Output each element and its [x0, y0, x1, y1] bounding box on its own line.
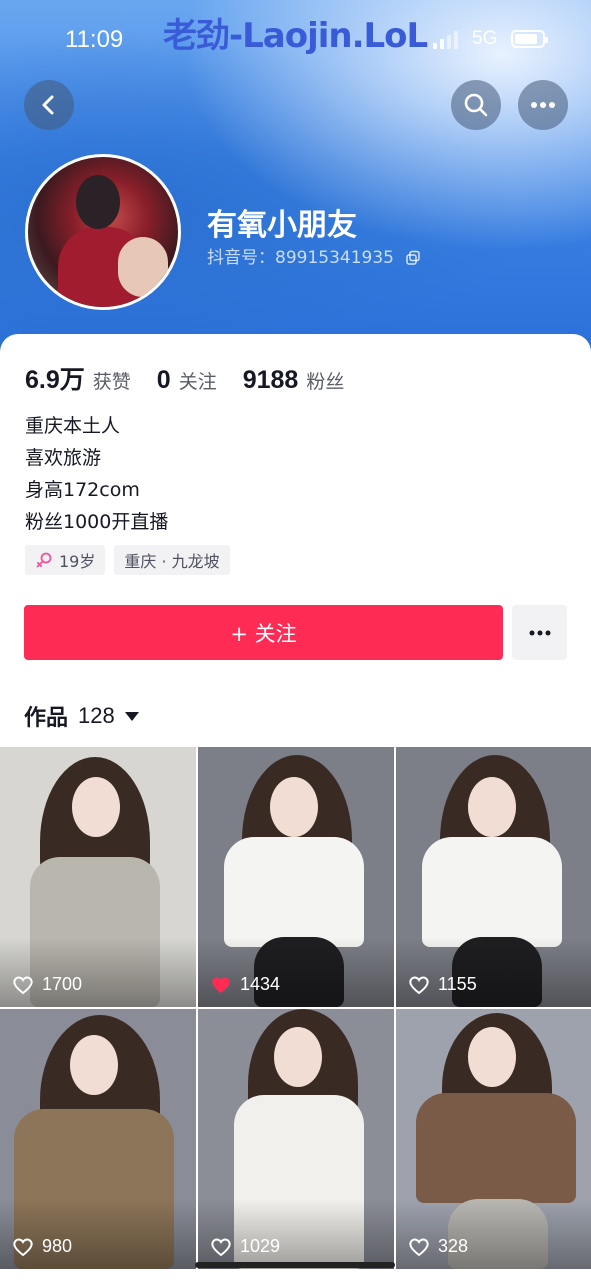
video-tile[interactable]: 328 — [396, 1009, 591, 1269]
stat-likes-value: 6.9万 — [25, 366, 85, 394]
female-icon — [36, 552, 52, 568]
location-tag-text: 重庆 · 九龙坡 — [124, 552, 220, 571]
location-tag: 重庆 · 九龙坡 — [114, 545, 230, 575]
tab-works-count: 128 — [78, 703, 115, 728]
stat-followers[interactable]: 9188 粉丝 — [243, 366, 345, 395]
video-likes-count: 1700 — [42, 974, 83, 994]
bio-line: 粉丝1000开直播 — [25, 511, 169, 533]
heart-icon — [13, 976, 33, 994]
age-tag: 19岁 — [25, 545, 106, 575]
caret-down-icon — [124, 711, 139, 721]
profile-tags: 19岁 重庆 · 九龙坡 — [25, 545, 239, 575]
video-tile[interactable]: 980 — [0, 1009, 196, 1269]
profile-stats: 6.9万 获赞 0 关注 9188 粉丝 — [25, 360, 370, 396]
tab-works-label: 作品 — [24, 706, 69, 731]
search-button[interactable] — [451, 80, 501, 130]
status-time: 11:09 — [65, 26, 124, 53]
status-bar: 11:09 老劲-Laojin.LoL 5G — [0, 0, 591, 80]
stat-following-value: 0 — [156, 366, 171, 394]
video-tile[interactable]: 1434 — [198, 747, 394, 1007]
more-options-button[interactable] — [518, 80, 568, 130]
follow-more-button[interactable] — [512, 605, 567, 660]
profile-nickname: 有氧小朋友 — [207, 208, 357, 243]
tab-works[interactable]: 作品 128 — [24, 700, 139, 732]
stat-likes-label: 获赞 — [92, 371, 131, 393]
heart-icon — [13, 1238, 33, 1256]
video-likes-count: 1155 — [438, 974, 477, 994]
video-likes: 1700 — [12, 974, 82, 995]
bio-line: 重庆本土人 — [25, 415, 121, 437]
video-likes: 1029 — [210, 1236, 280, 1257]
network-type: 5G — [472, 28, 498, 49]
video-likes: 1434 — [210, 974, 280, 995]
heart-icon — [409, 976, 429, 994]
back-button[interactable] — [24, 80, 74, 130]
heart-filled-icon — [212, 977, 230, 993]
video-tile[interactable]: 1155 — [396, 747, 591, 1007]
video-likes-count: 1029 — [240, 1236, 281, 1256]
stat-following-label: 关注 — [178, 371, 217, 393]
signal-icon — [433, 31, 463, 49]
battery-icon — [511, 30, 548, 48]
age-tag-text: 19岁 — [59, 552, 96, 571]
stat-following[interactable]: 0 关注 — [157, 366, 217, 395]
douyin-id-text: 抖音号：89915341935 — [207, 248, 394, 268]
more-dots-icon — [531, 102, 555, 108]
follow-button[interactable]: + 关注 — [24, 605, 503, 660]
copy-icon[interactable] — [405, 250, 421, 266]
home-indicator[interactable] — [195, 1262, 395, 1268]
stat-followers-value: 9188 — [242, 366, 299, 394]
bio-line: 喜欢旅游 — [25, 447, 102, 469]
search-icon — [464, 93, 488, 117]
heart-icon — [211, 1238, 231, 1256]
video-likes-count: 980 — [42, 1236, 73, 1256]
profile-bio: 重庆本土人 喜欢旅游 身高172com 粉丝1000开直播 — [25, 410, 168, 538]
more-dots-icon — [529, 630, 550, 635]
video-likes: 1155 — [408, 974, 477, 995]
douyin-id: 抖音号：89915341935 — [207, 243, 421, 268]
video-likes: 980 — [12, 1236, 72, 1257]
video-likes: 328 — [408, 1236, 468, 1257]
chevron-left-icon — [42, 95, 54, 115]
video-tile[interactable]: 1700 — [0, 747, 196, 1007]
heart-icon — [409, 1238, 429, 1256]
video-tile[interactable]: 1029 — [198, 1009, 394, 1269]
video-likes-count: 1434 — [240, 974, 281, 994]
stat-likes[interactable]: 6.9万 获赞 — [25, 360, 131, 396]
avatar[interactable] — [25, 154, 181, 310]
stat-followers-label: 粉丝 — [306, 371, 345, 393]
watermark-text: 老劲-Laojin.LoL — [163, 16, 428, 56]
bio-line: 身高172com — [25, 479, 140, 501]
video-likes-count: 328 — [438, 1236, 469, 1256]
